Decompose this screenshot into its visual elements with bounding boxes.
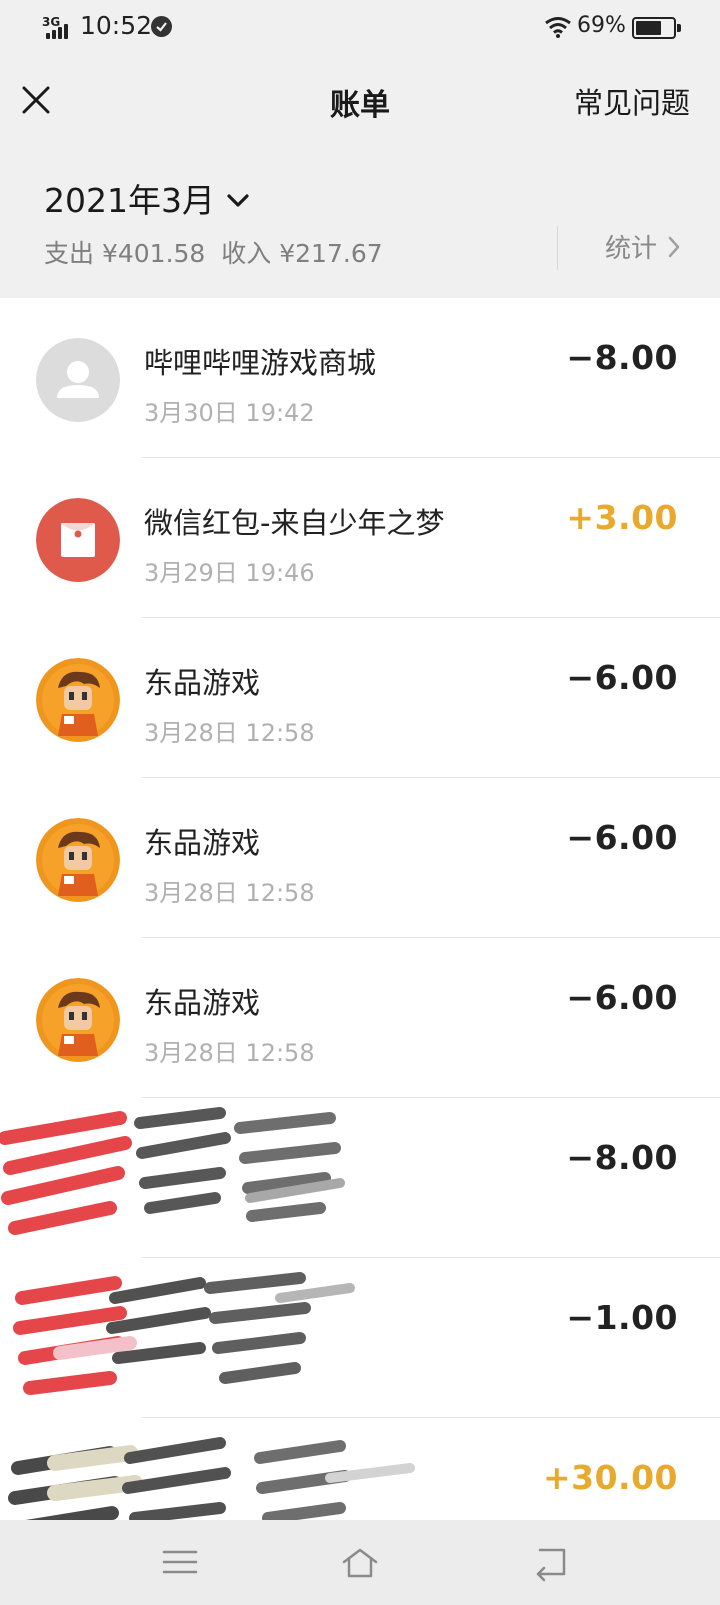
game-character-avatar-icon bbox=[36, 658, 120, 742]
redaction-scribble bbox=[8, 1437, 415, 1520]
battery-level bbox=[636, 21, 661, 35]
redaction-scribble bbox=[0, 1107, 345, 1235]
notification-icon bbox=[151, 16, 172, 37]
status-clock: 10:52 bbox=[80, 11, 153, 40]
transaction-row[interactable]: 微信红包-来自少年之梦 3月29日 19:46 +3.00 bbox=[0, 458, 720, 618]
status-bar: 3G 10:52 69% bbox=[0, 0, 720, 58]
month-label: 2021年3月 bbox=[44, 181, 215, 220]
stats-link[interactable]: 统计 bbox=[605, 228, 681, 265]
merchant-name: 东品游戏 bbox=[144, 666, 261, 700]
merchant-name: 东品游戏 bbox=[144, 986, 261, 1020]
system-nav-bar bbox=[0, 1520, 720, 1605]
month-totals: 支出 ¥401.58 收入 ¥217.67 bbox=[44, 234, 391, 270]
transaction-time: 3月29日 19:46 bbox=[144, 559, 315, 587]
merchant-name: 微信红包-来自少年之梦 bbox=[144, 506, 445, 540]
transaction-row[interactable]: 哔哩哔哩游戏商城 3月30日 19:42 −8.00 bbox=[0, 298, 720, 458]
income-total: 收入 ¥217.67 bbox=[221, 239, 383, 268]
battery-icon bbox=[632, 17, 681, 39]
transaction-amount: +30.00 bbox=[542, 1458, 678, 1497]
transaction-amount: −8.00 bbox=[566, 1138, 678, 1177]
transaction-row[interactable]: 东品游戏 3月28日 12:58 −6.00 bbox=[0, 778, 720, 938]
month-picker[interactable]: 2021年3月 bbox=[44, 176, 251, 220]
chevron-right-icon bbox=[668, 236, 680, 257]
transaction-row[interactable]: +30.00 bbox=[0, 1418, 720, 1520]
merchant-name: 东品游戏 bbox=[144, 826, 261, 860]
transaction-time: 3月28日 12:58 bbox=[144, 1039, 315, 1067]
transaction-amount: −1.00 bbox=[566, 1298, 678, 1337]
game-character-avatar-icon bbox=[36, 978, 120, 1062]
home-icon[interactable] bbox=[340, 1542, 380, 1582]
back-icon[interactable] bbox=[530, 1542, 570, 1582]
transaction-time: 3月28日 12:58 bbox=[144, 719, 315, 747]
transaction-row[interactable]: 东品游戏 3月28日 12:58 −6.00 bbox=[0, 618, 720, 778]
menu-icon[interactable] bbox=[160, 1542, 200, 1582]
merchant-name: 哔哩哔哩游戏商城 bbox=[144, 346, 377, 380]
nav-bar: 账单 常见问题 bbox=[0, 58, 720, 144]
redaction-scribble bbox=[13, 1272, 355, 1395]
default-user-avatar-icon bbox=[36, 338, 120, 422]
game-character-avatar-icon bbox=[36, 818, 120, 902]
transaction-amount: −6.00 bbox=[566, 978, 678, 1017]
transaction-time: 3月30日 19:42 bbox=[144, 399, 315, 427]
bill-summary: 2021年3月 支出 ¥401.58 收入 ¥217.67 统计 bbox=[0, 144, 720, 298]
transaction-time: 3月28日 12:58 bbox=[144, 879, 315, 907]
wifi-icon bbox=[545, 17, 571, 38]
stats-label: 统计 bbox=[605, 234, 658, 264]
transaction-row[interactable]: −8.00 bbox=[0, 1098, 720, 1258]
transaction-row[interactable]: −1.00 bbox=[0, 1258, 720, 1418]
transaction-list: 哔哩哔哩游戏商城 3月30日 19:42 −8.00 微信红包-来自少年之梦 3… bbox=[0, 298, 720, 1520]
faq-link[interactable]: 常见问题 bbox=[574, 80, 690, 122]
transaction-row[interactable]: 东品游戏 3月28日 12:58 −6.00 bbox=[0, 938, 720, 1098]
expense-total: 支出 ¥401.58 bbox=[44, 239, 206, 268]
battery-percent: 69% bbox=[577, 13, 626, 38]
cell-signal-icon: 3G bbox=[42, 15, 74, 39]
red-packet-icon bbox=[36, 498, 120, 582]
transaction-amount: −6.00 bbox=[566, 658, 678, 697]
divider bbox=[557, 226, 558, 270]
chevron-down-icon bbox=[227, 194, 249, 207]
transaction-amount: −6.00 bbox=[566, 818, 678, 857]
transaction-amount: +3.00 bbox=[566, 498, 678, 537]
transaction-amount: −8.00 bbox=[566, 338, 678, 377]
